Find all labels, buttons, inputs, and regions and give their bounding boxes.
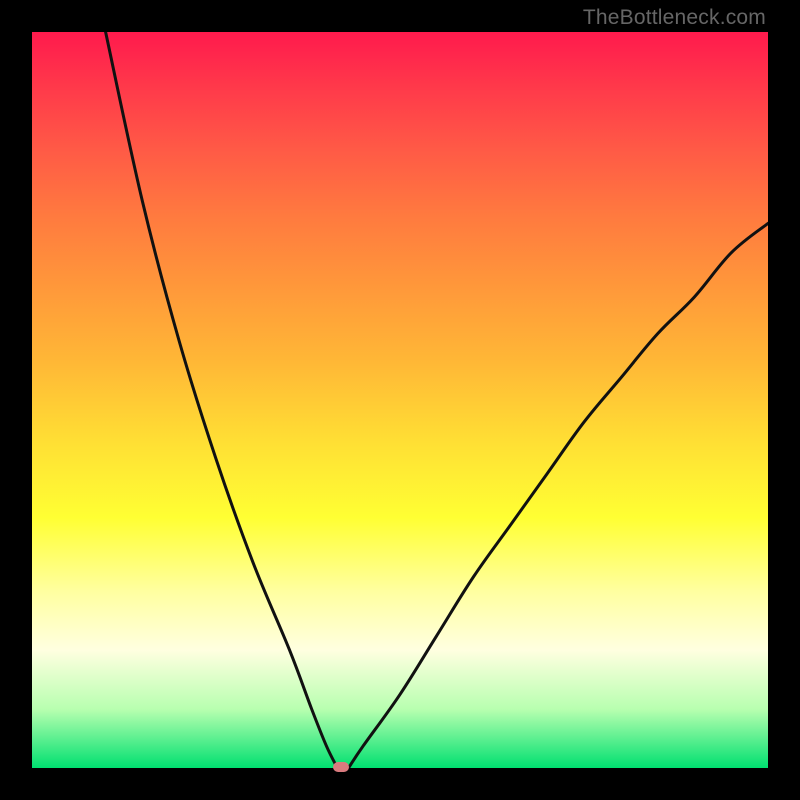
watermark-text: TheBottleneck.com [583, 6, 766, 30]
curve-path [106, 32, 768, 768]
chart-frame: TheBottleneck.com [0, 0, 800, 800]
plot-area [32, 32, 768, 768]
optimum-marker [333, 762, 349, 772]
bottleneck-curve [32, 32, 768, 768]
